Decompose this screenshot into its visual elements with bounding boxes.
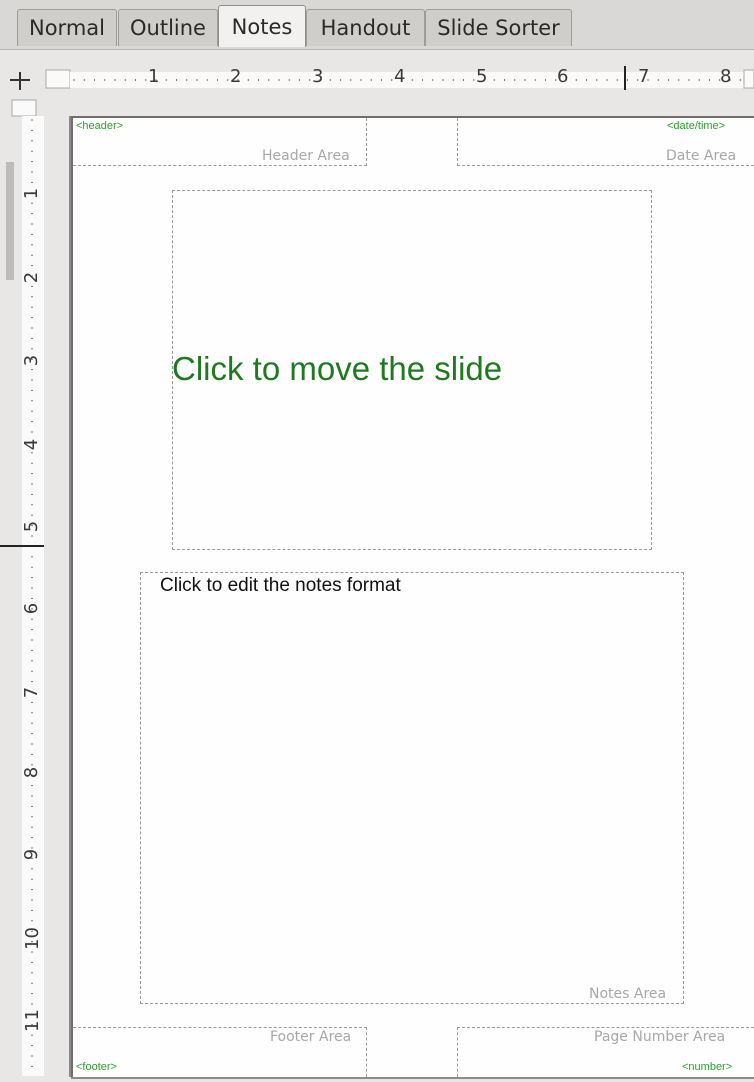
footer-area-label: Footer Area	[270, 1029, 352, 1045]
number-field: <number>	[682, 1061, 733, 1073]
vruler-label-11: 11	[21, 1009, 43, 1032]
slide-placeholder-text: Click to move the slide	[172, 350, 503, 387]
tab-handout[interactable]: Handout	[306, 9, 425, 46]
vruler-label-6: 6	[21, 602, 43, 615]
horizontal-ruler[interactable]: 1 2 3 4 5 6 7 8	[0, 50, 754, 90]
header-area-label: Header Area	[262, 148, 350, 164]
hruler-label-7: 7	[638, 66, 650, 87]
tab-slide-sorter[interactable]: Slide Sorter	[425, 9, 572, 46]
vruler-label-10: 10	[21, 927, 43, 950]
tab-normal[interactable]: Normal	[17, 9, 117, 46]
vruler-label-2: 2	[21, 271, 43, 284]
tab-notes[interactable]: Notes	[218, 5, 306, 47]
hruler-label-1: 1	[148, 66, 160, 87]
vruler-label-3: 3	[21, 354, 43, 367]
notes-area-box[interactable]	[140, 572, 684, 1004]
vruler-label-9: 9	[21, 848, 43, 861]
notes-area-label: Notes Area	[589, 986, 667, 1002]
vertical-ruler[interactable]: 1 2 3 4 5 6 7 8 9 10 11	[0, 90, 44, 1082]
date-field: <date/time>	[667, 120, 726, 132]
vruler-label-1: 1	[21, 187, 43, 200]
hruler-label-4: 4	[394, 66, 406, 87]
header-field: <header>	[76, 120, 124, 132]
hruler-label-2: 2	[230, 66, 242, 87]
hruler-label-5: 5	[476, 66, 488, 87]
hruler-label-8: 8	[720, 66, 732, 87]
vruler-label-8: 8	[21, 766, 43, 779]
tab-outline[interactable]: Outline	[118, 9, 218, 46]
date-area-label: Date Area	[666, 148, 737, 164]
footer-field: <footer>	[76, 1061, 117, 1073]
view-tab-bar: Normal Outline Notes Handout Slide Sorte…	[0, 0, 754, 50]
vruler-label-7: 7	[21, 686, 43, 699]
hruler-label-6: 6	[557, 66, 569, 87]
page-number-area-label: Page Number Area	[594, 1029, 726, 1045]
vruler-label-4: 4	[21, 438, 43, 451]
hruler-label-3: 3	[312, 66, 324, 87]
vruler-label-5: 5	[21, 520, 43, 533]
notes-placeholder-text: Click to edit the notes format	[160, 575, 401, 596]
